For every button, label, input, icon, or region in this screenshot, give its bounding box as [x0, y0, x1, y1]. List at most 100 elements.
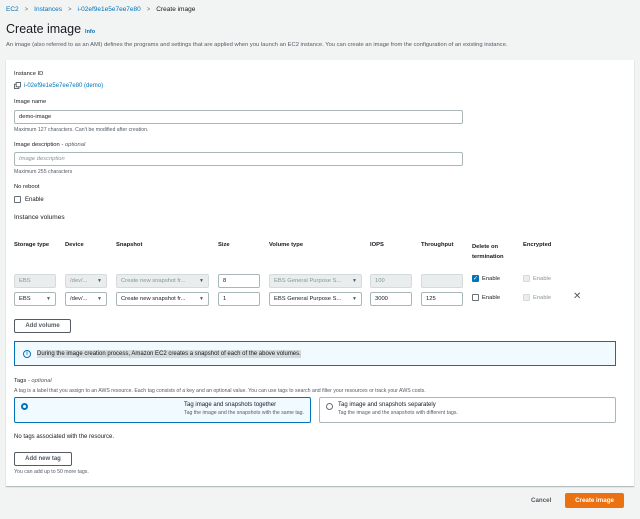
tags-description: A tag is a label that you assign to an A…: [14, 388, 426, 394]
device-select: /dev/... ▼: [65, 274, 107, 288]
image-name-input[interactable]: demo-image: [14, 110, 463, 124]
copy-icon[interactable]: [14, 82, 21, 89]
caret-down-icon: ▼: [97, 296, 102, 302]
storage-type-select[interactable]: EBS ▼: [14, 292, 56, 306]
storage-type-select: EBS: [14, 274, 56, 288]
encrypted-checkbox-row: Enable: [523, 294, 551, 301]
caret-down-icon: ▼: [352, 296, 357, 302]
no-reboot-checkbox[interactable]: [14, 196, 21, 203]
breadcrumb-separator-icon: >: [146, 6, 151, 13]
device-value: /dev/...: [70, 278, 88, 284]
instance-id-label: Instance ID: [14, 71, 44, 77]
size-input[interactable]: 8: [218, 274, 260, 288]
col-iops: IOPS: [370, 242, 384, 248]
col-device: Device: [65, 242, 84, 248]
caret-down-icon: ▼: [46, 296, 51, 302]
breadcrumb-ec2[interactable]: EC2: [6, 6, 19, 13]
caret-down-icon: ▼: [97, 278, 102, 284]
image-description-hint: Maximum 255 characters: [14, 169, 73, 175]
col-snapshot: Snapshot: [116, 242, 143, 248]
page-title: Create image: [6, 22, 82, 36]
breadcrumb-instances[interactable]: Instances: [34, 6, 62, 13]
encrypted-checkbox-row: Enable: [523, 275, 551, 282]
page-header: Create image Info: [6, 22, 95, 36]
col-storage-type: Storage type: [14, 242, 50, 248]
storage-type-value: EBS: [19, 296, 31, 302]
breadcrumb-current: Create image: [156, 6, 196, 13]
caret-down-icon: ▼: [352, 278, 357, 284]
device-value: /dev/...: [70, 296, 88, 302]
encrypted-checkbox: [523, 294, 530, 301]
instance-id-row: i-02ef9e1e5e7ee7e80 (demo): [14, 82, 103, 89]
optional-tag: - optional: [27, 378, 52, 384]
tag-together-option[interactable]: Tag image and snapshots together Tag the…: [14, 397, 311, 423]
info-icon: i: [23, 349, 31, 358]
info-link[interactable]: Info: [85, 29, 95, 35]
no-reboot-checkbox-row[interactable]: Enable: [14, 196, 44, 203]
volume-type-select: EBS General Purpose S... ▼: [269, 274, 362, 288]
iops-input: 100: [370, 274, 412, 288]
col-size: Size: [218, 242, 230, 248]
breadcrumb-separator-icon: >: [68, 6, 72, 13]
delete-on-termination-label: Enable: [482, 275, 501, 282]
image-description-label-text: Image description: [14, 142, 60, 148]
image-name-hint: Maximum 127 characters. Can't be modifie…: [14, 127, 149, 133]
encrypted-label: Enable: [533, 294, 552, 301]
alert-text: During the image creation process, Amazo…: [37, 349, 301, 358]
tag-separately-option[interactable]: Tag image and snapshots separately Tag t…: [319, 397, 616, 423]
encrypted-checkbox: [523, 275, 530, 282]
image-description-label: Image description - optional: [14, 142, 85, 148]
size-input[interactable]: 1: [218, 292, 260, 306]
instance-id-link[interactable]: i-02ef9e1e5e7ee7e80 (demo): [24, 83, 103, 89]
col-throughput: Throughput: [421, 242, 454, 248]
device-select[interactable]: /dev/... ▼: [65, 292, 107, 306]
tag-separately-title: Tag image and snapshots separately: [338, 402, 436, 408]
image-description-input[interactable]: Image description: [14, 152, 463, 166]
snapshot-value: Create new snapshot fr...: [121, 278, 186, 284]
caret-down-icon: ▼: [199, 278, 204, 284]
volume-type-value: EBS General Purpose S...: [274, 278, 342, 284]
page-description: An image (also referred to as an AMI) de…: [6, 42, 508, 48]
iops-input[interactable]: 3000: [370, 292, 412, 306]
tag-together-text: Tag image and snapshots together Tag the…: [184, 402, 304, 418]
volume-type-value: EBS General Purpose S...: [274, 296, 342, 302]
tags-label: Tags - optional: [14, 378, 52, 384]
snapshot-select: Create new snapshot fr... ▼: [116, 274, 209, 288]
delete-on-termination-checkbox[interactable]: ✓: [472, 275, 479, 282]
tags-label-text: Tags: [14, 378, 27, 384]
col-volume-type: Volume type: [269, 242, 304, 248]
radio-selected[interactable]: [21, 403, 28, 410]
col-delete-on-termination: Delete on termination: [472, 244, 504, 260]
encrypted-label: Enable: [533, 275, 552, 282]
snapshot-info-alert: i During the image creation process, Ama…: [14, 341, 616, 366]
tag-separately-sub: Tag the image and the snapshots with dif…: [338, 410, 458, 416]
instance-volumes-heading: Instance volumes: [14, 214, 65, 221]
no-reboot-enable-label: Enable: [25, 196, 44, 203]
caret-down-icon: ▼: [199, 296, 204, 302]
storage-type-value: EBS: [19, 278, 31, 284]
create-image-button[interactable]: Create image: [565, 493, 624, 508]
radio-unselected[interactable]: [326, 403, 333, 410]
breadcrumb-separator-icon: >: [24, 6, 29, 13]
snapshot-select[interactable]: Create new snapshot fr... ▼: [116, 292, 209, 306]
delete-on-termination-label: Enable: [482, 294, 501, 301]
tag-together-sub: Tag the image and the snapshots with the…: [184, 410, 304, 416]
snapshot-value: Create new snapshot fr...: [121, 296, 186, 302]
throughput-input: [421, 274, 463, 288]
delete-on-termination-checkbox-row[interactable]: ✓ Enable: [472, 275, 500, 282]
delete-on-termination-checkbox[interactable]: [472, 294, 479, 301]
add-volume-button[interactable]: Add volume: [14, 319, 71, 333]
breadcrumb: EC2 > Instances > i-02ef9e1e5e7ee7e80 > …: [6, 6, 195, 13]
tag-separately-text: Tag image and snapshots separately Tag t…: [338, 402, 458, 418]
add-new-tag-button[interactable]: Add new tag: [14, 452, 72, 466]
delete-on-termination-checkbox-row[interactable]: Enable: [472, 294, 500, 301]
no-tags-text: No tags associated with the resource.: [14, 434, 115, 440]
remove-volume-close-icon[interactable]: ✕: [573, 291, 581, 302]
breadcrumb-instance-id[interactable]: i-02ef9e1e5e7ee7e80: [78, 6, 141, 13]
volume-type-select[interactable]: EBS General Purpose S... ▼: [269, 292, 362, 306]
tags-limit-hint: You can add up to 50 more tags.: [14, 469, 89, 475]
cancel-button[interactable]: Cancel: [531, 497, 551, 504]
col-encrypted: Encrypted: [523, 242, 552, 248]
throughput-input[interactable]: 125: [421, 292, 463, 306]
optional-tag: - optional: [61, 142, 86, 148]
